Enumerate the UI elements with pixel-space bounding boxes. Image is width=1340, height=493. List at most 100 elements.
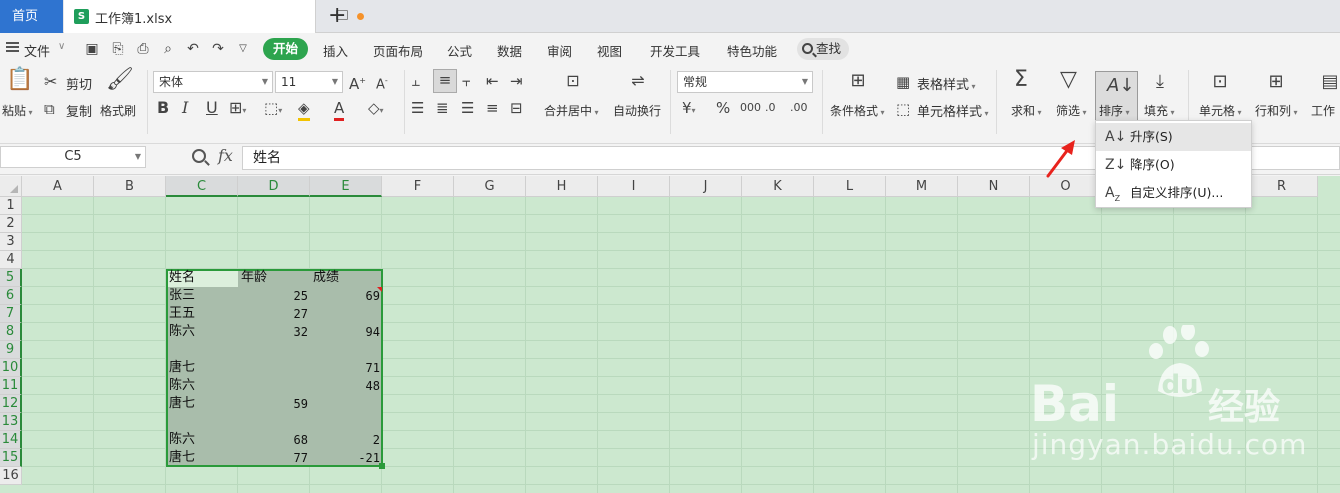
chevron-down-icon[interactable]: ∨ <box>58 41 65 52</box>
custom-sort-item[interactable]: AZ 自定义排序(U)... <box>1096 179 1251 207</box>
filter-icon[interactable]: ▽ <box>1060 69 1077 91</box>
font-color-icon[interactable]: A <box>334 98 345 121</box>
tab-workbook[interactable]: S 工作簿1.xlsx <box>64 0 364 33</box>
column-header-k[interactable]: K <box>742 176 814 197</box>
column-header-e[interactable]: E <box>310 176 382 197</box>
table-cell[interactable]: 27 <box>240 305 308 323</box>
column-header-n[interactable]: N <box>958 176 1030 197</box>
paste-button[interactable]: 粘贴 ▾ <box>2 102 33 119</box>
insert-function-button[interactable]: fx <box>218 146 233 165</box>
row-header-11[interactable]: 11 <box>0 377 22 395</box>
column-header-r[interactable]: R <box>1246 176 1318 197</box>
thousands-icon[interactable]: 000 <box>740 98 761 118</box>
wrap-text-button[interactable]: 自动换行 <box>613 102 661 119</box>
menu-features[interactable]: 特色功能 <box>727 41 777 60</box>
format-painter-button[interactable]: 格式刷 <box>100 102 136 119</box>
align-left-icon[interactable]: ☰ <box>411 98 424 118</box>
table-style-button[interactable]: 表格样式 ▾ <box>917 74 976 93</box>
row-header-4[interactable]: 4 <box>0 251 22 269</box>
underline-icon[interactable]: U <box>206 98 218 118</box>
font-name-select[interactable]: 宋体 ▼ <box>153 71 273 93</box>
table-cell[interactable]: 成绩 <box>313 269 339 287</box>
row-header-16[interactable]: 16 <box>0 467 22 485</box>
table-cell[interactable]: 唐七 <box>169 449 195 467</box>
row-header-15[interactable]: 15 <box>0 449 22 467</box>
increase-font-icon[interactable]: A+ <box>349 71 366 94</box>
fill-down-icon[interactable]: ⤓ <box>1148 72 1172 94</box>
fill-style-icon[interactable]: ⬚▾ <box>264 98 282 121</box>
column-header-i[interactable]: I <box>598 176 670 197</box>
menu-insert[interactable]: 插入 <box>323 41 348 60</box>
border-icon[interactable]: ⊞▾ <box>229 98 246 121</box>
conditional-format-icon[interactable]: ⊞ <box>846 71 870 93</box>
cut-button[interactable]: 剪切 <box>66 74 92 93</box>
table-cell[interactable] <box>312 395 380 413</box>
table-cell[interactable]: 张三 <box>169 287 195 305</box>
distributed-icon[interactable]: ⊟ <box>510 98 523 118</box>
row-header-10[interactable]: 10 <box>0 359 22 377</box>
table-cell[interactable]: 陈六 <box>169 377 195 395</box>
increase-decimal-icon[interactable]: .0 <box>765 98 776 118</box>
align-top-icon[interactable]: ⫠ <box>411 71 420 91</box>
row-header-3[interactable]: 3 <box>0 233 22 251</box>
hamburger-icon[interactable] <box>6 42 19 52</box>
increase-indent-icon[interactable]: ⇥ <box>510 71 523 91</box>
table-cell[interactable] <box>240 359 308 377</box>
new-tab-button[interactable]: + <box>328 3 346 29</box>
select-all-corner[interactable] <box>0 176 22 197</box>
sort-descending-item[interactable]: Z↓ 降序(O) <box>1096 151 1251 179</box>
cells-icon[interactable]: ⊡ <box>1208 72 1232 94</box>
table-cell[interactable]: 25 <box>240 287 308 305</box>
table-cell[interactable]: 94 <box>312 323 380 341</box>
comment-indicator[interactable] <box>377 287 382 292</box>
export-icon[interactable]: ⎘ <box>110 41 126 57</box>
save-icon[interactable]: ▣ <box>84 41 100 57</box>
row-column-button[interactable]: 行和列 ▾ <box>1255 102 1298 119</box>
decrease-font-icon[interactable]: A- <box>376 71 388 95</box>
table-cell[interactable]: 59 <box>240 395 308 413</box>
table-cell[interactable]: 姓名 <box>169 269 195 287</box>
table-cell[interactable]: 陈六 <box>169 431 195 449</box>
menu-developer[interactable]: 开发工具 <box>650 41 700 60</box>
row-header-13[interactable]: 13 <box>0 413 22 431</box>
table-cell[interactable]: 年龄 <box>241 269 267 287</box>
justify-icon[interactable]: ≡ <box>486 98 499 118</box>
sum-button[interactable]: 求和 ▾ <box>1011 102 1042 119</box>
row-header-7[interactable]: 7 <box>0 305 22 323</box>
currency-icon[interactable]: ¥▾ <box>682 98 696 121</box>
redo-icon[interactable]: ↷ <box>210 41 226 57</box>
row-header-9[interactable]: 9 <box>0 341 22 359</box>
sort-button[interactable]: A↓ 排序 ▾ <box>1095 71 1138 121</box>
print-icon[interactable]: ⎙ <box>135 41 151 57</box>
align-bottom-icon[interactable]: ⫟ <box>462 71 471 91</box>
table-cell[interactable]: 2 <box>312 431 380 449</box>
fill-button[interactable]: 填充 ▾ <box>1144 102 1175 119</box>
wrap-text-icon[interactable]: ⇌ <box>625 71 651 93</box>
undo-icon[interactable]: ↶ <box>185 41 201 57</box>
cell-style-button[interactable]: 单元格样式 ▾ <box>917 101 989 120</box>
merge-center-button[interactable]: 合并居中 ▾ <box>544 102 599 119</box>
italic-icon[interactable]: I <box>182 98 188 118</box>
row-header-14[interactable]: 14 <box>0 431 22 449</box>
row-header-2[interactable]: 2 <box>0 215 22 233</box>
align-middle-icon[interactable]: ≡ <box>433 69 457 93</box>
menu-formulas[interactable]: 公式 <box>447 41 472 60</box>
column-header-l[interactable]: L <box>814 176 886 197</box>
table-cell[interactable]: 唐七 <box>169 359 195 377</box>
print-preview-icon[interactable]: ⌕ <box>160 41 176 57</box>
menu-file[interactable]: 文件 <box>24 41 50 60</box>
row-header-5[interactable]: 5 <box>0 269 22 287</box>
row-header-6[interactable]: 6 <box>0 287 22 305</box>
table-cell[interactable] <box>312 413 380 431</box>
clear-format-icon[interactable]: ◇▾ <box>368 98 384 121</box>
sum-icon[interactable]: Σ <box>1014 69 1028 91</box>
table-cell[interactable]: 陈六 <box>169 323 195 341</box>
bold-icon[interactable]: B <box>157 98 169 118</box>
table-cell[interactable]: 71 <box>312 359 380 377</box>
column-header-a[interactable]: A <box>22 176 94 197</box>
menu-home[interactable]: 开始 <box>263 38 308 60</box>
column-header-b[interactable]: B <box>94 176 166 197</box>
menu-review[interactable]: 审阅 <box>547 41 572 60</box>
table-cell[interactable] <box>312 305 380 323</box>
font-size-select[interactable]: 11 ▼ <box>275 71 343 93</box>
